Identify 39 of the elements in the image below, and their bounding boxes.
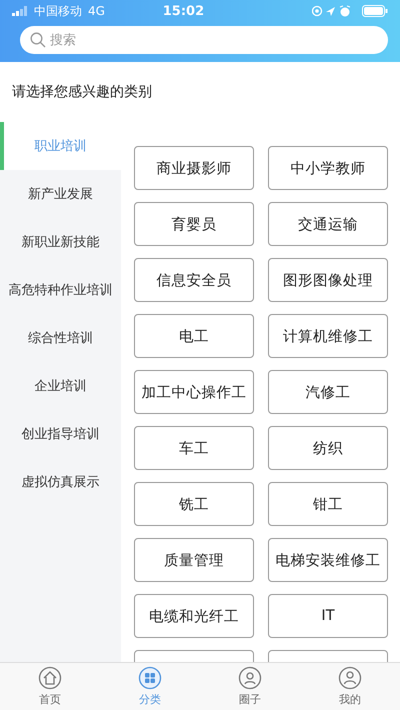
sidebar-item[interactable]: 企业培训 bbox=[0, 362, 121, 410]
category-button[interactable]: 钳工 bbox=[268, 482, 388, 526]
sidebar-item[interactable]: 创业指导培训 bbox=[0, 410, 121, 458]
category-button[interactable]: 交通运输 bbox=[268, 202, 388, 246]
category-button[interactable]: 电梯安装维修工 bbox=[268, 538, 388, 582]
sidebar-item[interactable]: 虚拟仿真展示 bbox=[0, 458, 121, 506]
person-icon bbox=[338, 666, 362, 690]
category-button[interactable]: IT bbox=[268, 594, 388, 638]
category-button[interactable]: 纺织 bbox=[268, 426, 388, 470]
category-button[interactable]: 电工 bbox=[134, 314, 254, 358]
grid-icon bbox=[138, 666, 162, 690]
clock-time: 15:02 bbox=[162, 4, 206, 18]
sidebar-item[interactable]: 新产业发展 bbox=[0, 170, 121, 218]
network-type: 4G bbox=[88, 4, 105, 18]
category-button[interactable]: 质量管理 bbox=[134, 538, 254, 582]
category-button[interactable]: 加工中心操作工 bbox=[134, 370, 254, 414]
home-icon bbox=[38, 666, 62, 690]
category-button[interactable]: 信息安全员 bbox=[134, 258, 254, 302]
sidebar-item[interactable]: 新职业新技能 bbox=[0, 218, 121, 266]
sidebar-item[interactable]: 综合性培训 bbox=[0, 314, 121, 362]
category-button[interactable]: 计算机维修工 bbox=[268, 314, 388, 358]
search-field[interactable]: 搜索 bbox=[20, 26, 388, 54]
search-icon bbox=[30, 32, 46, 48]
carrier-name: 中国移动 bbox=[34, 2, 82, 20]
section-prompt: 请选择您感兴趣的类别 bbox=[12, 83, 152, 101]
tab-item[interactable]: 圈子 bbox=[200, 663, 300, 710]
sidebar-item[interactable]: 高危特种作业培训 bbox=[0, 266, 121, 314]
category-button[interactable]: 电缆和光纤工 bbox=[134, 594, 254, 638]
category-button[interactable]: 图形图像处理 bbox=[268, 258, 388, 302]
category-button[interactable]: 中小学教师 bbox=[268, 146, 388, 190]
category-button[interactable]: 车工 bbox=[134, 426, 254, 470]
battery-icon bbox=[362, 5, 388, 17]
category-button[interactable]: 商业摄影师 bbox=[134, 146, 254, 190]
category-button[interactable]: 汽修工 bbox=[268, 370, 388, 414]
signal-icon bbox=[12, 6, 28, 16]
category-button[interactable]: 铣工 bbox=[134, 482, 254, 526]
tab-item[interactable]: 首页 bbox=[0, 663, 100, 710]
tab-item[interactable]: 我的 bbox=[300, 663, 400, 710]
category-button[interactable]: 育婴员 bbox=[134, 202, 254, 246]
